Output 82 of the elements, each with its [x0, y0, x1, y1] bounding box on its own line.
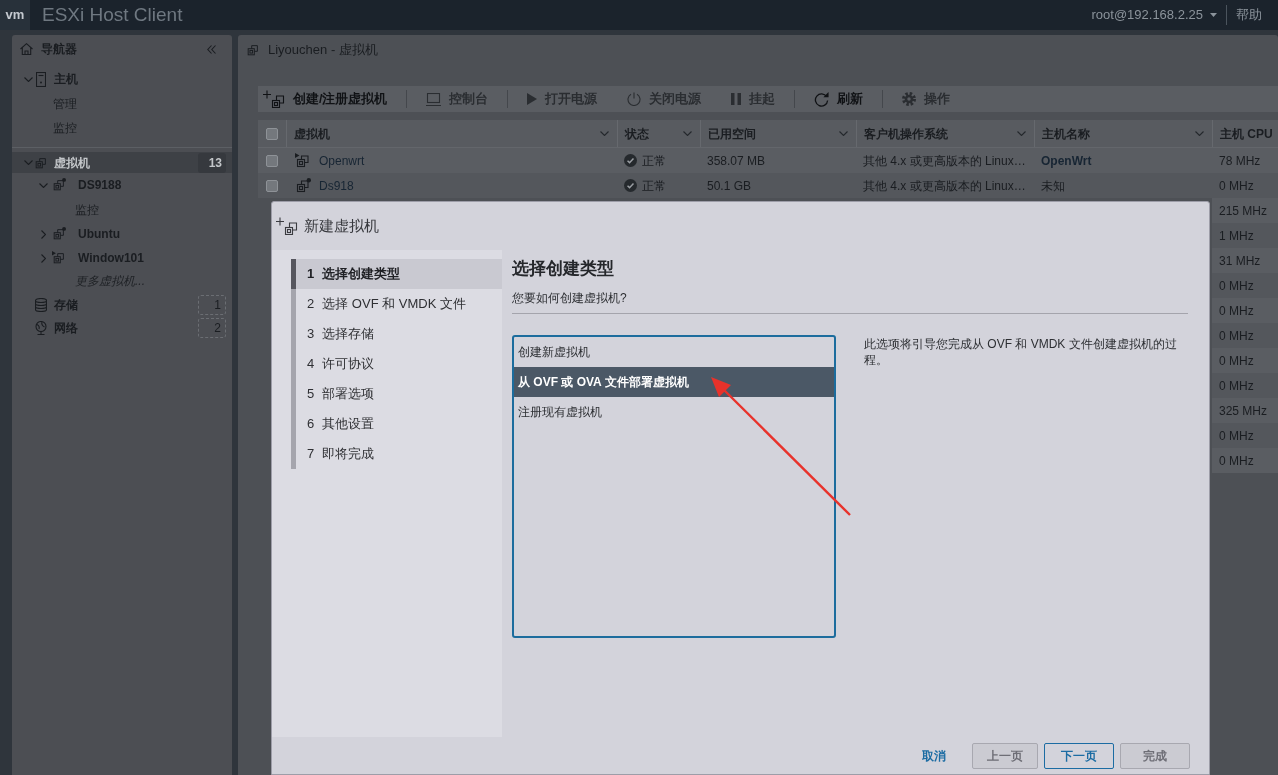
settings-icon [902, 92, 917, 106]
vm-link[interactable]: Openwrt [319, 151, 365, 170]
user-menu[interactable]: root@192.168.2.25 [1091, 5, 1217, 25]
play-icon [527, 93, 538, 105]
table-cell: 其他 4.x 或更高版本的 Linux… [856, 148, 1034, 173]
table-cell: 358.07 MB [700, 148, 856, 173]
wizard-step[interactable]: 1 选择创建类型 [296, 259, 502, 289]
vm-link[interactable]: Ds918 [319, 176, 354, 195]
checkbox[interactable] [266, 154, 278, 167]
home-icon [20, 43, 33, 55]
list-option[interactable]: 从 OVF 或 OVA 文件部署虚拟机 [514, 367, 834, 397]
chevron-down-icon[interactable] [23, 76, 33, 82]
globe-icon [35, 320, 47, 335]
chevron-right-icon[interactable] [40, 253, 46, 263]
dialog-title: 新建虚拟机 [304, 215, 379, 236]
power-icon [627, 92, 642, 106]
chevron-down-icon[interactable] [839, 131, 848, 136]
stacked-squares-icon [34, 155, 48, 170]
table-cell: 31 MHz [1212, 248, 1278, 273]
refresh-icon [814, 91, 830, 107]
chevron-down-icon[interactable] [600, 131, 609, 136]
table-cell: 215 MHz [1212, 198, 1278, 223]
wizard-step[interactable]: 4 许可协议 [296, 349, 502, 379]
dialog-button[interactable]: 下一页 [1044, 742, 1114, 769]
count-badge: 13 [198, 152, 226, 173]
table-cell: 50.1 GB [700, 173, 856, 198]
table-cell: 0 MHz [1212, 323, 1278, 348]
column-header[interactable]: 已用空间 [700, 120, 856, 147]
chevron-right-icon[interactable] [40, 229, 46, 239]
pause-icon [731, 93, 742, 105]
plus-squares-icon [263, 90, 285, 108]
wizard-step[interactable]: 7 即将完成 [296, 439, 502, 469]
double-chevron-left-icon[interactable] [207, 44, 216, 54]
table-cell: 0 MHz [1212, 448, 1278, 473]
wizard-step[interactable]: 2 选择 OVF 和 VMDK 文件 [296, 289, 502, 319]
monitor-icon [426, 92, 442, 106]
table-cell: 0 MHz [1212, 373, 1278, 398]
column-header[interactable]: 主机名称 [1034, 120, 1212, 147]
checkbox[interactable] [266, 127, 278, 140]
server-icon [36, 71, 46, 87]
table-cell: 0 MHz [1212, 298, 1278, 323]
option-description: 此选项将引导您完成从 OVF 和 VMDK 文件创建虚拟机的过程。 [864, 336, 1178, 369]
toolbar-button[interactable]: 刷新 [809, 86, 869, 112]
chevron-down-icon[interactable] [1195, 131, 1204, 136]
chevron-down-icon[interactable] [38, 182, 48, 188]
wizard-step[interactable]: 6 其他设置 [296, 409, 502, 439]
table-cell: 325 MHz [1212, 398, 1278, 423]
vm-logo: vm [0, 0, 30, 30]
dialog-button[interactable]: 取消 [902, 742, 966, 769]
help-menu[interactable]: 帮助 [1236, 5, 1262, 25]
column-header[interactable]: 主机 CPU [1212, 120, 1278, 147]
column-header[interactable]: 虚拟机 [286, 120, 617, 147]
column-header[interactable]: 客户机操作系统 [856, 120, 1034, 147]
app-title: ESXi Host Client [42, 3, 183, 27]
check-circle-icon [624, 179, 637, 192]
table-cell: 1 MHz [1212, 223, 1278, 248]
check-circle-icon [624, 154, 637, 167]
dialog-subtitle: 您要如何创建虚拟机? [512, 291, 627, 305]
column-header[interactable]: 状态 [617, 120, 700, 147]
chevron-down-icon[interactable] [1017, 131, 1026, 136]
chevron-down-icon[interactable] [683, 131, 692, 136]
wizard-step[interactable]: 5 部署选项 [296, 379, 502, 409]
table-cell: 0 MHz [1212, 423, 1278, 448]
table-cell: 0 MHz [1212, 348, 1278, 373]
step-progress-fill [291, 259, 296, 289]
host-link[interactable]: OpenWrt [1041, 151, 1092, 170]
list-option[interactable]: 注册现有虚拟机 [514, 397, 834, 427]
chevron-down-icon[interactable] [23, 160, 33, 165]
table-cell: 0 MHz [1212, 173, 1278, 198]
table-cell: 0 MHz [1212, 273, 1278, 298]
wizard-step[interactable]: 3 选择存储 [296, 319, 502, 349]
list-option[interactable]: 创建新虚拟机 [514, 337, 834, 367]
toolbar-button[interactable]: 创建/注册虚拟机 [258, 86, 393, 112]
database-icon [35, 298, 47, 312]
dialog-heading: 选择创建类型 [512, 258, 615, 280]
caret-down-icon [1210, 13, 1217, 17]
checkbox[interactable] [266, 179, 278, 192]
plus-squares-icon [276, 217, 298, 235]
table-cell: 未知 [1034, 173, 1212, 198]
stacked-squares-icon [246, 43, 260, 57]
table-cell: 78 MHz [1212, 148, 1278, 173]
nav-item[interactable]: 虚拟机 13 [12, 152, 232, 173]
